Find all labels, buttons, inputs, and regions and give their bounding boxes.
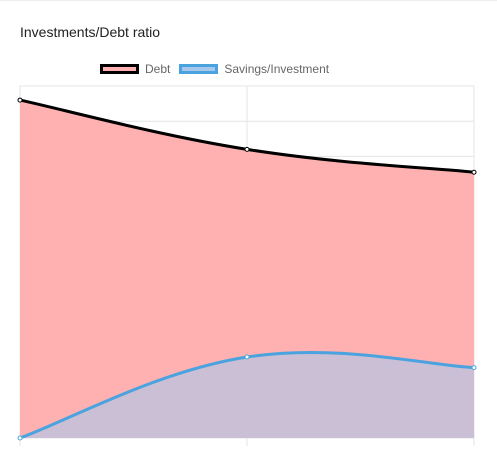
chart-plot-area: [17, 85, 477, 446]
chart-card: Investments/Debt ratio Debt Savings/Inve…: [0, 0, 497, 458]
point-savings-investment-1: [244, 354, 250, 360]
point-savings-investment-2: [471, 365, 477, 371]
point-savings-investment-0: [17, 435, 23, 441]
point-debt-2: [471, 169, 477, 175]
point-debt-0: [17, 97, 23, 103]
point-debt-1: [244, 146, 250, 152]
